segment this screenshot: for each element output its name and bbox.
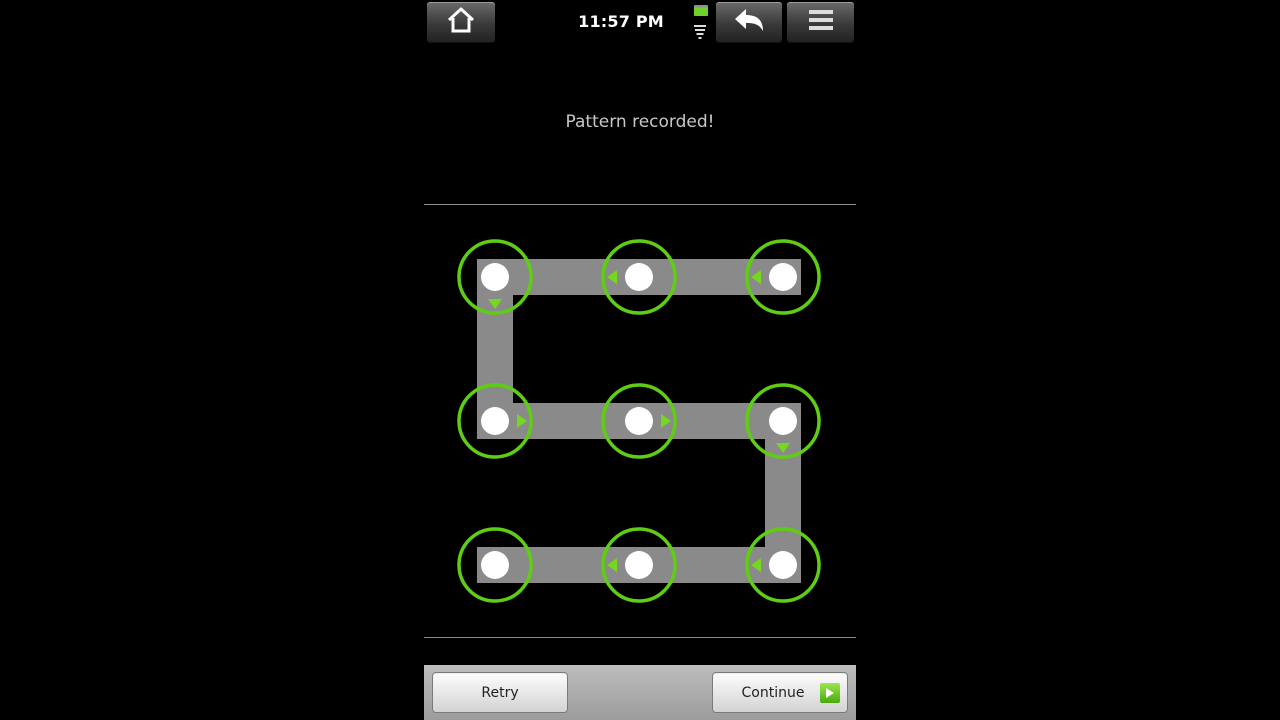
pattern-dot-center <box>481 263 509 291</box>
wifi-icon <box>693 24 707 44</box>
pattern-dot-center <box>481 407 509 435</box>
back-button[interactable] <box>716 2 782 42</box>
pattern-dot-center <box>769 551 797 579</box>
pattern-dot-center <box>769 263 797 291</box>
home-icon <box>446 6 476 38</box>
menu-icon <box>807 7 835 37</box>
phone-screen: 11:57 PM Pattern recorded! Retry Continu… <box>424 0 856 720</box>
pattern-dot-center <box>625 263 653 291</box>
continue-button[interactable]: Continue <box>712 672 848 713</box>
divider-top <box>424 204 856 205</box>
arrow-right-icon <box>820 683 840 703</box>
clock: 11:57 PM <box>578 12 664 31</box>
pattern-dot-center <box>625 551 653 579</box>
retry-label: Retry <box>481 684 519 701</box>
home-button[interactable] <box>427 2 495 42</box>
menu-button[interactable] <box>787 2 854 42</box>
divider-bottom <box>424 637 856 638</box>
pattern-dot-center <box>481 551 509 579</box>
continue-label: Continue <box>741 684 805 701</box>
pattern-dot-center <box>769 407 797 435</box>
bottom-button-bar: Retry Continue <box>424 665 856 720</box>
back-arrow-icon <box>732 6 766 38</box>
pattern-dot-center <box>625 407 653 435</box>
retry-button[interactable]: Retry <box>432 672 568 713</box>
pattern-status-message: Pattern recorded! <box>565 112 715 132</box>
unlock-pattern-grid[interactable] <box>424 206 856 636</box>
battery-icon <box>694 5 708 16</box>
